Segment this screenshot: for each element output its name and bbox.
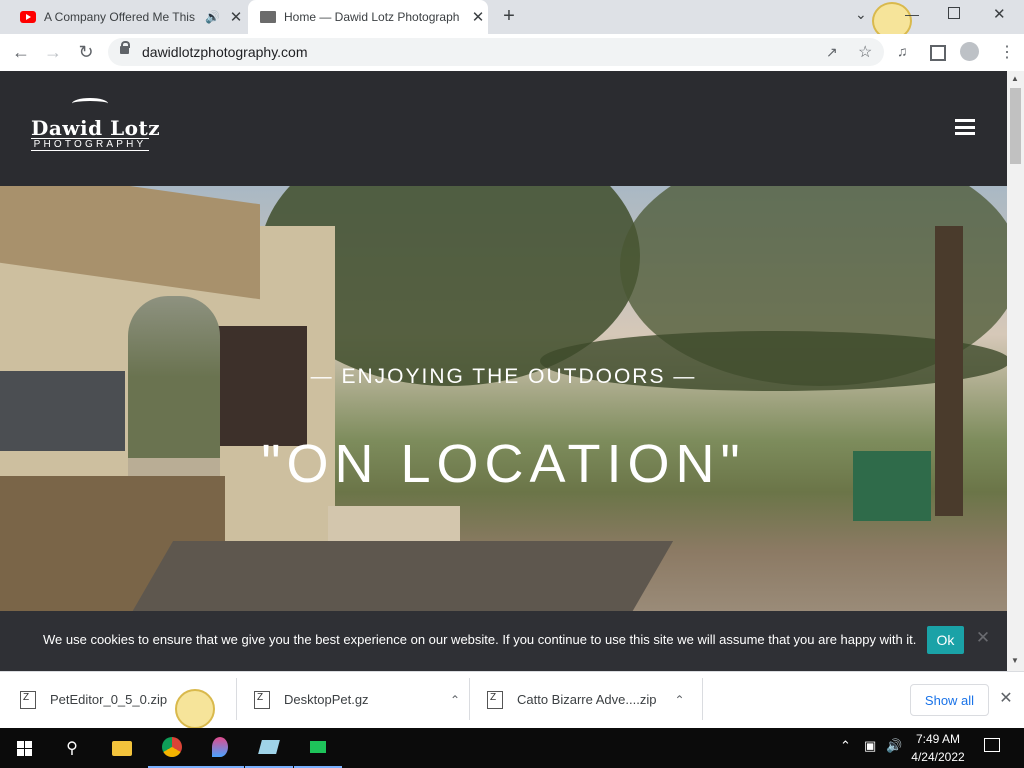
hero-image bbox=[0, 186, 1007, 611]
cookie-message: We use cookies to ensure that we give yo… bbox=[43, 632, 917, 647]
divider bbox=[236, 678, 237, 720]
url-text[interactable]: dawidlotzphotography.com bbox=[142, 44, 308, 60]
zip-file-icon bbox=[487, 690, 503, 709]
scrollbar-thumb[interactable] bbox=[1010, 88, 1021, 164]
cookie-close-icon[interactable]: ✕ bbox=[974, 628, 992, 652]
chevron-up-icon[interactable]: ⌃ bbox=[840, 738, 851, 754]
lock-shackle bbox=[121, 41, 130, 48]
cookie-ok-button[interactable]: Ok bbox=[927, 626, 964, 654]
clock-date[interactable]: 4/24/2022 bbox=[903, 750, 973, 764]
bird-logo-icon[interactable] bbox=[72, 98, 108, 109]
show-all-button[interactable]: Show all bbox=[910, 684, 989, 716]
hero-headline: "ON LOCATION" bbox=[261, 434, 746, 494]
scroll-up-arrow-icon[interactable]: ▲ bbox=[1011, 74, 1019, 83]
logo-name[interactable]: Dawid Lotz bbox=[31, 116, 160, 140]
profile-avatar[interactable] bbox=[960, 42, 979, 61]
forward-button[interactable]: → bbox=[40, 39, 66, 65]
divider bbox=[702, 678, 703, 720]
close-shelf-icon[interactable]: ✕ bbox=[996, 688, 1016, 708]
pet-app-icon[interactable] bbox=[294, 728, 342, 768]
download-item[interactable]: DesktopPet.gz ⌃ bbox=[254, 671, 460, 728]
windows-start-icon[interactable] bbox=[0, 728, 48, 768]
media-control-icon[interactable]: ♫ bbox=[897, 43, 908, 59]
back-button[interactable]: ← bbox=[8, 39, 34, 65]
tab-title: A Company Offered Me This bbox=[44, 10, 195, 24]
zip-file-icon bbox=[20, 690, 36, 709]
search-icon[interactable]: ⚲ bbox=[48, 728, 96, 768]
close-tab-icon[interactable]: ✕ bbox=[468, 8, 488, 26]
site-favicon-icon bbox=[260, 11, 276, 23]
tab-youtube[interactable]: A Company Offered Me This 🔊 ✕ bbox=[8, 0, 246, 34]
bookmark-star-icon[interactable]: ☆ bbox=[858, 42, 872, 62]
network-icon[interactable]: ▣ bbox=[864, 738, 876, 754]
tab-search-icon[interactable]: ⌄ bbox=[855, 6, 867, 23]
menu-kebab-icon[interactable]: ⋮ bbox=[999, 42, 1015, 62]
share-icon[interactable]: ↗ bbox=[826, 44, 838, 61]
archive-file-icon bbox=[254, 690, 270, 709]
download-filename: Catto Bizarre Adve....zip bbox=[517, 692, 657, 707]
scroll-down-arrow-icon[interactable]: ▼ bbox=[1011, 656, 1019, 665]
reload-button[interactable]: ↻ bbox=[73, 39, 99, 65]
chevron-up-icon[interactable]: ⌃ bbox=[450, 693, 460, 707]
close-window-button[interactable]: ✕ bbox=[993, 5, 1006, 23]
file-explorer-icon[interactable] bbox=[98, 728, 146, 768]
logo-subtitle[interactable]: PHOTOGRAPHY bbox=[31, 138, 149, 151]
new-tab-button[interactable]: + bbox=[498, 5, 520, 27]
notifications-icon[interactable] bbox=[984, 738, 1000, 752]
paint-icon[interactable] bbox=[196, 728, 244, 768]
desktop-pet-icon bbox=[175, 689, 215, 729]
tab-dawid-lotz[interactable]: Home — Dawid Lotz Photograph ✕ bbox=[248, 0, 488, 34]
download-item[interactable]: Catto Bizarre Adve....zip ⌃ bbox=[487, 671, 687, 728]
download-filename: DesktopPet.gz bbox=[284, 692, 369, 707]
tab-title: Home — Dawid Lotz Photograph bbox=[284, 10, 460, 24]
close-tab-icon[interactable]: ✕ bbox=[226, 8, 246, 26]
chevron-up-icon[interactable]: ⌃ bbox=[674, 693, 684, 707]
download-filename: PetEditor_0_5_0.zip bbox=[50, 692, 168, 707]
youtube-icon bbox=[20, 11, 36, 23]
speaker-icon[interactable]: 🔊 bbox=[205, 10, 220, 24]
clock-time[interactable]: 7:49 AM bbox=[903, 732, 973, 746]
chrome-icon[interactable] bbox=[148, 728, 196, 768]
patio-floor bbox=[126, 541, 674, 611]
volume-icon[interactable]: 🔊 bbox=[886, 738, 902, 754]
side-panel-icon[interactable] bbox=[930, 45, 946, 61]
minimize-button[interactable]: — bbox=[905, 6, 919, 22]
app-icon[interactable] bbox=[245, 728, 293, 768]
restore-button[interactable] bbox=[948, 7, 960, 19]
hero-subheading: — ENJOYING THE OUTDOORS — bbox=[310, 365, 697, 388]
menu-hamburger-icon[interactable] bbox=[955, 119, 975, 135]
divider bbox=[469, 678, 470, 720]
